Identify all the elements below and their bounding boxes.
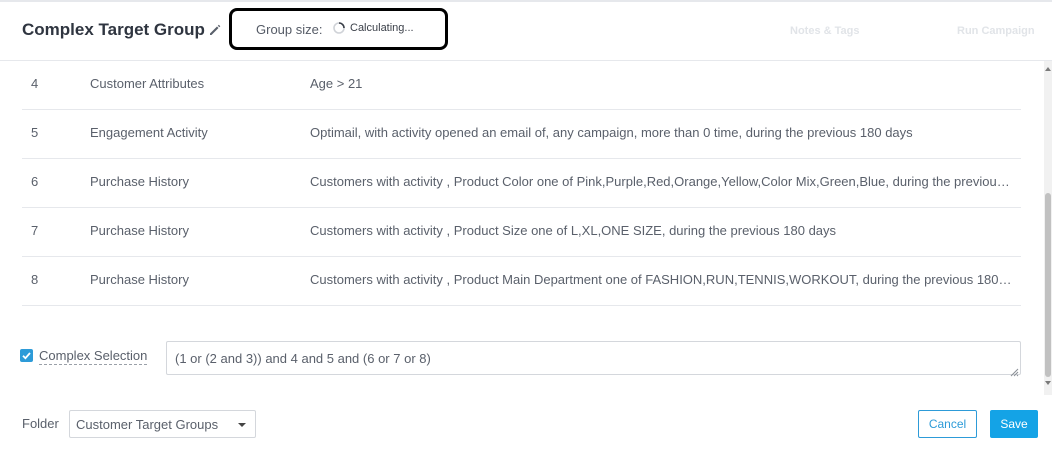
complex-selection-formula-input[interactable]: (1 or (2 and 3)) and 4 and 5 and (6 or 7…: [166, 341, 1021, 375]
scroll-down-arrow-icon[interactable]: [1045, 381, 1051, 385]
checkbox-checked-icon: [22, 352, 31, 360]
group-size-status: Calculating...: [350, 22, 414, 34]
condition-row: 7 Purchase History Customers with activi…: [22, 208, 1021, 257]
vertical-scrollbar[interactable]: [1044, 61, 1052, 395]
condition-description: Age > 21: [310, 76, 363, 91]
save-button[interactable]: Save: [990, 410, 1038, 438]
condition-description: Optimail, with activity opened an email …: [310, 125, 913, 140]
condition-description: Customers with activity , Product Size o…: [310, 223, 837, 238]
condition-number: 6: [31, 174, 39, 189]
complex-selection-checkbox[interactable]: [20, 349, 33, 362]
condition-category: Purchase History: [90, 174, 189, 189]
condition-number: 7: [31, 223, 39, 238]
group-size-label: Group size:: [256, 22, 323, 37]
condition-category: Purchase History: [90, 272, 189, 287]
folder-select-value: Customer Target Groups: [76, 417, 219, 432]
spinner-icon: [332, 21, 346, 35]
condition-row: 5 Engagement Activity Optimail, with act…: [22, 110, 1021, 159]
condition-row: 4 Customer Attributes Age > 21: [22, 61, 1021, 110]
condition-description: Customers with activity , Product Main D…: [310, 272, 1015, 287]
group-size-box: Group size: Calculating...: [229, 8, 448, 50]
folder-select[interactable]: Customer Target Groups: [69, 410, 256, 438]
resize-handle-icon[interactable]: [1010, 364, 1019, 377]
condition-row: 6 Purchase History Customers with activi…: [22, 159, 1021, 208]
cancel-button[interactable]: Cancel: [918, 410, 977, 438]
condition-number: 5: [31, 125, 39, 140]
condition-number: 4: [31, 76, 39, 91]
notes-tags-link[interactable]: Notes & Tags: [790, 25, 859, 37]
condition-description: Customers with activity , Product Color …: [310, 174, 1015, 189]
caret-down-icon: [238, 423, 246, 427]
condition-category: Customer Attributes: [90, 76, 205, 91]
page-title: Complex Target Group: [22, 20, 205, 39]
run-campaign-link[interactable]: Run Campaign: [957, 25, 1035, 37]
folder-label: Folder: [22, 416, 59, 431]
condition-row: 8 Purchase History Customers with activi…: [22, 257, 1021, 306]
condition-category: Engagement Activity: [90, 125, 208, 140]
complex-selection-label[interactable]: Complex Selection: [39, 348, 148, 365]
condition-number: 8: [31, 272, 39, 287]
pencil-icon[interactable]: [208, 23, 222, 37]
condition-category: Purchase History: [90, 223, 189, 238]
scroll-up-arrow-icon[interactable]: [1045, 67, 1051, 71]
scrollbar-thumb[interactable]: [1045, 193, 1051, 377]
